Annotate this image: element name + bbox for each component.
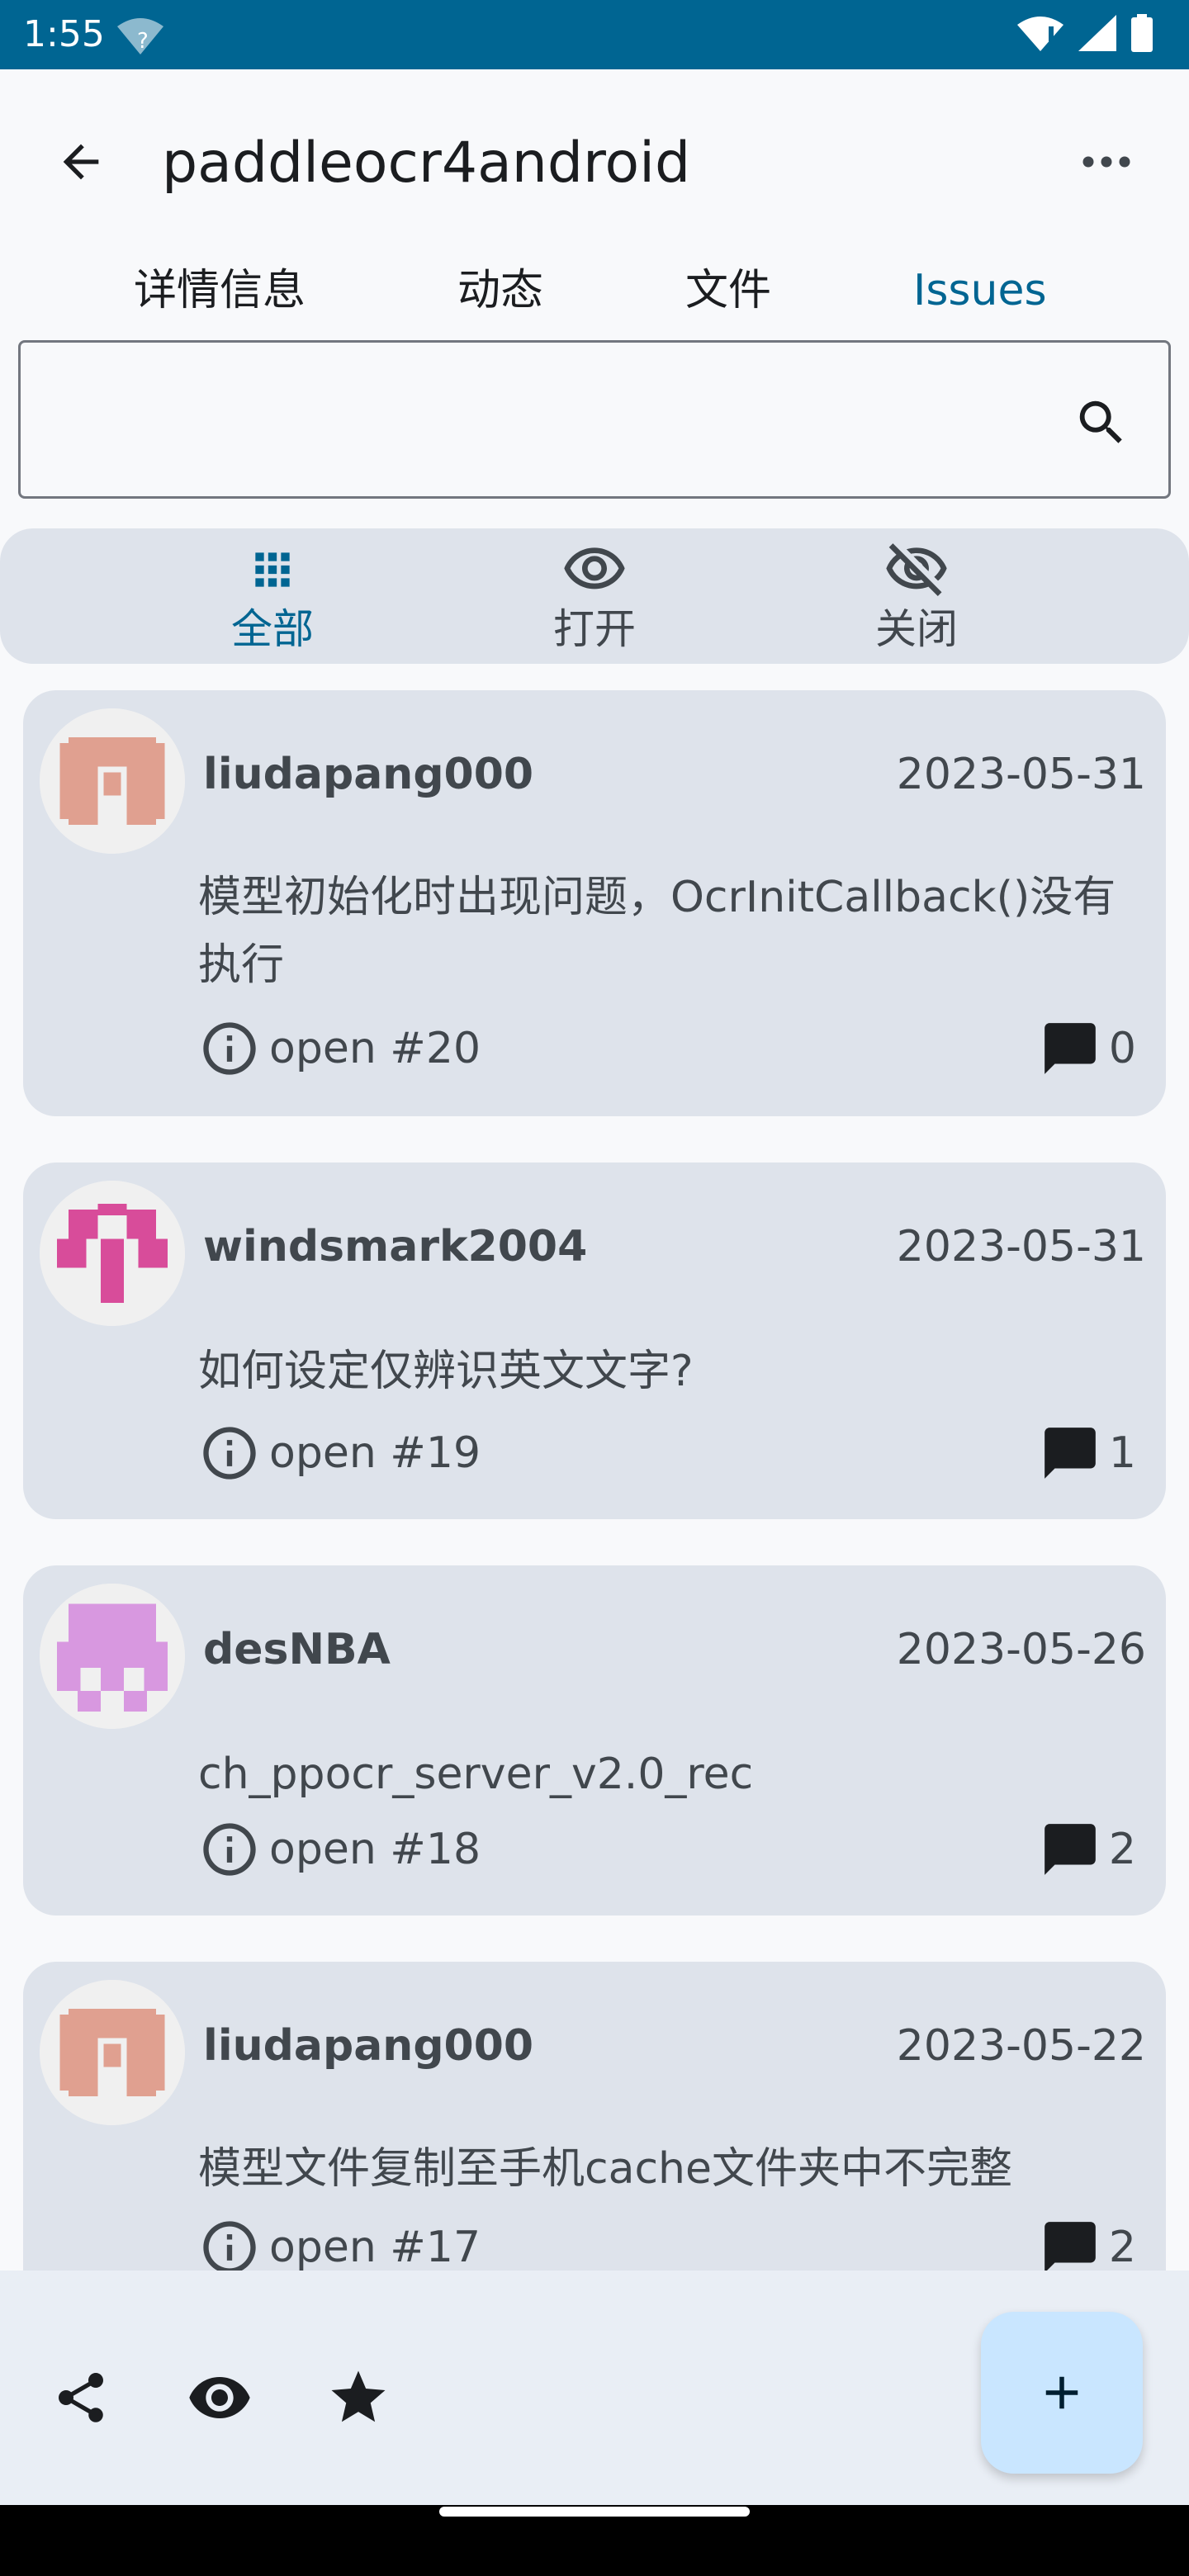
tab-details[interactable]: 详情信息 (134, 251, 306, 330)
eye-icon (564, 547, 625, 590)
issue-list: liudapang000 2023-05-31 模型初始化时出现问题，OcrIn… (0, 664, 1189, 2271)
eye-off-icon (886, 543, 947, 596)
issue-title: ch_ppocr_server_v2.0_rec (198, 1750, 754, 1799)
issue-status: open #20 (198, 1016, 481, 1082)
star-icon (331, 2370, 386, 2422)
filter-open[interactable]: 打开 (504, 537, 685, 661)
comment-count-text: 1 (1108, 1428, 1136, 1478)
comment-icon (1045, 1824, 1096, 1875)
status-icons (1017, 13, 1153, 56)
search-icon (1079, 400, 1122, 443)
filter-open-label: 打开 (553, 605, 636, 653)
page-title: paddleocr4android (162, 130, 691, 196)
tab-bar: 详情信息 动态 文件 Issues (83, 251, 1139, 330)
wifi-alert-icon (1017, 15, 1063, 54)
avatar (40, 708, 185, 854)
issue-date: 2023-05-31 (896, 750, 1146, 799)
filter-closed[interactable]: 关闭 (826, 537, 1007, 661)
issue-title: 模型文件复制至手机cache文件夹中不完整 (198, 2144, 1012, 2194)
svg-text:?: ? (137, 29, 149, 54)
tab-activity[interactable]: 动态 (457, 251, 543, 330)
search-input[interactable] (45, 376, 1036, 466)
comment-count: 1 (1040, 1420, 1136, 1486)
avatar (40, 1584, 185, 1729)
plus-icon (1045, 2376, 1078, 2409)
signal-icon (1078, 15, 1116, 54)
comment-count-text: 2 (1108, 1825, 1136, 1874)
issue-author: desNBA (203, 1625, 391, 1674)
comment-count-text: 0 (1108, 1024, 1136, 1073)
comment-count-text: 2 (1108, 2223, 1136, 2271)
share-button[interactable] (40, 2356, 122, 2439)
info-icon (203, 1823, 256, 1876)
info-icon (203, 2221, 256, 2271)
tab-issues[interactable]: Issues (913, 251, 1047, 330)
issue-status: open #18 (198, 1816, 481, 1882)
wifi-unknown-icon: ? (116, 15, 165, 56)
watch-button[interactable] (178, 2356, 261, 2439)
issue-card[interactable]: liudapang000 2023-05-22 模型文件复制至手机cache文件… (23, 1962, 1166, 2271)
issue-status-text: open #18 (269, 1825, 481, 1874)
tab-files[interactable]: 文件 (685, 251, 771, 330)
system-nav-bar (0, 2505, 1189, 2576)
search-field (18, 340, 1171, 499)
issue-title: 如何设定仅辨识英文文字? (198, 1347, 694, 1396)
issue-status-text: open #17 (269, 2223, 481, 2271)
comment-count: 2 (1040, 1816, 1136, 1882)
issue-status: open #17 (198, 2214, 481, 2271)
info-icon (203, 1427, 256, 1480)
status-bar: 1:55 ? (0, 0, 1189, 69)
issue-card[interactable]: liudapang000 2023-05-31 模型初始化时出现问题，OcrIn… (23, 690, 1166, 1116)
issue-date: 2023-05-26 (896, 1625, 1146, 1674)
status-time: 1:55 (23, 13, 105, 55)
share-icon (59, 2373, 103, 2422)
search-button[interactable] (1064, 386, 1139, 460)
issue-status: open #19 (198, 1420, 481, 1486)
arrow-back-icon (63, 144, 99, 180)
filter-closed-label: 关闭 (875, 605, 958, 653)
comment-count: 0 (1040, 1016, 1136, 1082)
comment-count: 2 (1040, 2214, 1136, 2271)
avatar (40, 1980, 185, 2125)
issue-status-text: open #20 (269, 1024, 481, 1073)
star-button[interactable] (317, 2356, 400, 2439)
issue-status-text: open #19 (269, 1428, 481, 1478)
filter-all[interactable]: 全部 (182, 537, 363, 661)
eye-icon (189, 2377, 250, 2418)
avatar (40, 1181, 185, 1326)
issue-author: windsmark2004 (203, 1222, 588, 1271)
more-horizontal-icon (1082, 156, 1130, 168)
comment-icon (1045, 1023, 1096, 1074)
issue-card[interactable]: desNBA 2023-05-26 ch_ppocr_server_v2.0_r… (23, 1565, 1166, 1915)
issue-author: liudapang000 (203, 750, 534, 799)
comment-icon (1045, 2222, 1096, 2271)
new-issue-button[interactable] (981, 2312, 1143, 2474)
more-options-button[interactable] (1065, 132, 1148, 192)
issue-author: liudapang000 (203, 2021, 534, 2071)
comment-icon (1045, 1428, 1096, 1479)
issue-date: 2023-05-22 (896, 2021, 1146, 2071)
back-button[interactable] (43, 130, 119, 193)
info-icon (203, 1022, 256, 1075)
issue-title: 模型初始化时出现问题，OcrInitCallback()没有执行 (198, 873, 1116, 990)
issue-card[interactable]: windsmark2004 2023-05-31 如何设定仅辨识英文文字? op… (23, 1163, 1166, 1519)
battery-icon (1131, 14, 1153, 55)
issue-date: 2023-05-31 (896, 1222, 1146, 1271)
apps-grid-icon (255, 552, 290, 587)
home-gesture-handle[interactable] (439, 2507, 750, 2517)
filter-all-label: 全部 (231, 605, 314, 653)
issue-filter-bar: 全部 打开 关闭 (0, 528, 1189, 664)
